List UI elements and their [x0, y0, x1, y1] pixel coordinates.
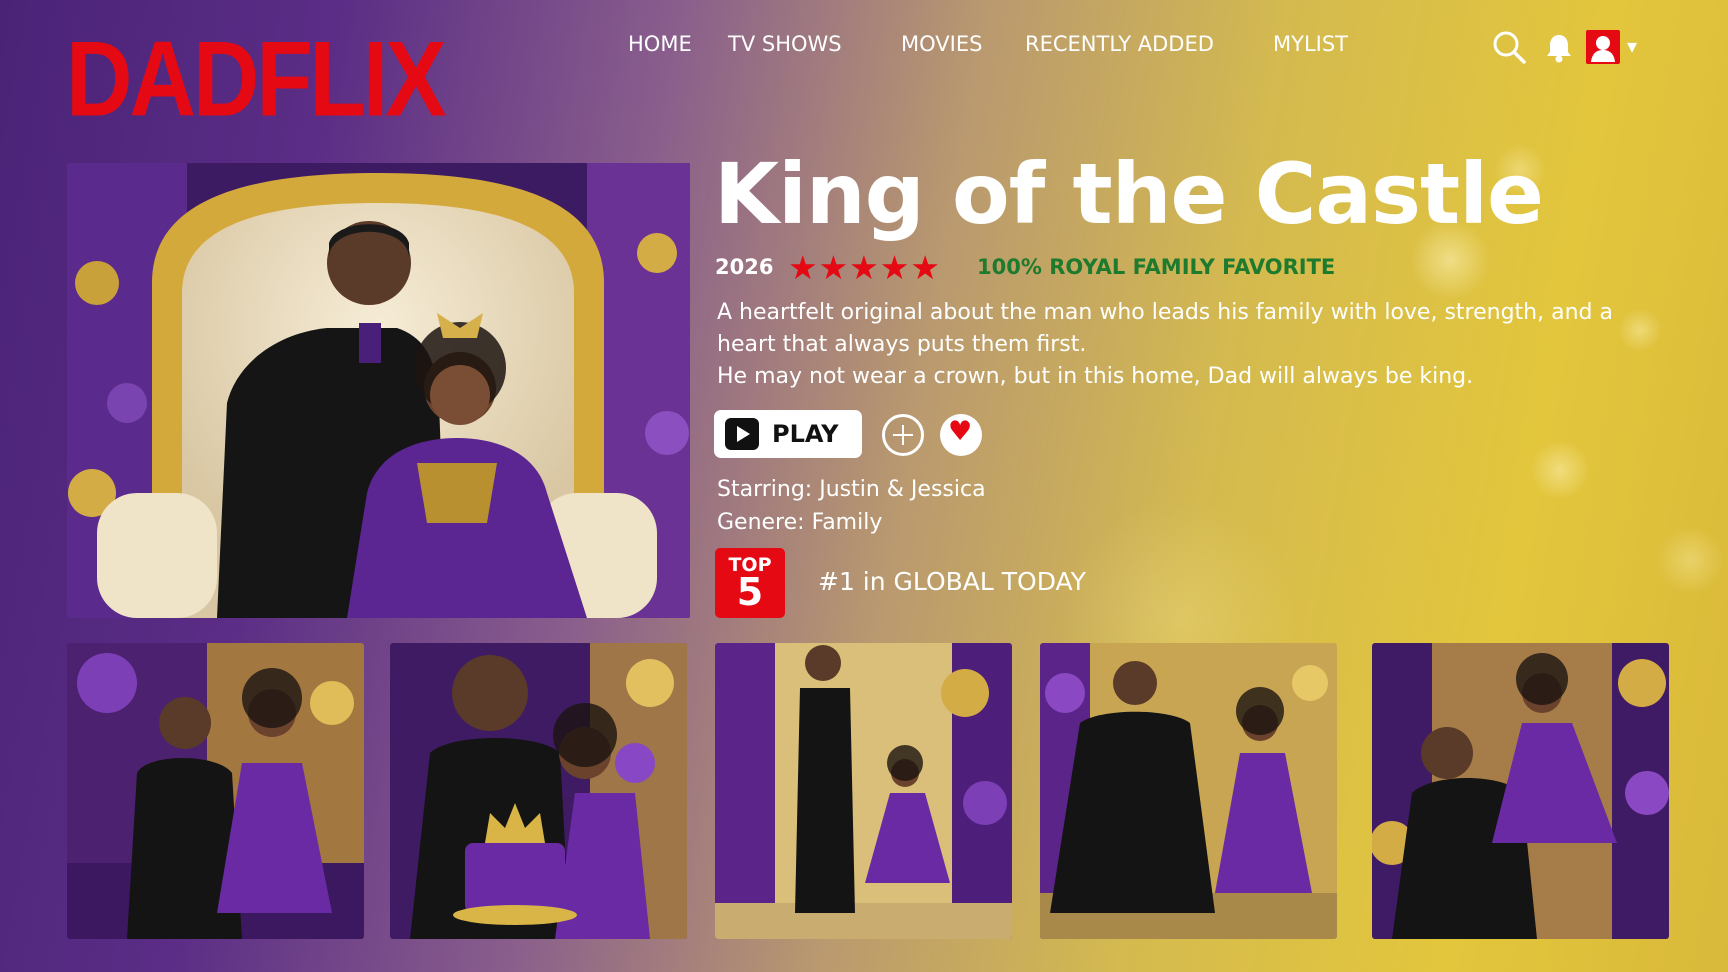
top-badge-number: 5 [736, 570, 764, 614]
nav-mylist[interactable]: MYLIST [1273, 32, 1348, 56]
description-line-2: He may not wear a crown, but in this hom… [717, 364, 1474, 389]
release-year: 2026 [715, 255, 774, 279]
thumb-holding-hands[interactable] [715, 643, 1012, 939]
play-label: PLAY [772, 420, 839, 448]
rating-stars: ★★★★★ [788, 248, 941, 287]
global-rank-text: #1 in GLOBAL TODAY [818, 567, 1086, 596]
top-five-badge: TOP 5 [715, 548, 785, 618]
search-icon[interactable] [1492, 30, 1526, 68]
add-to-list-button[interactable] [882, 414, 924, 456]
favorite-badge: 100% ROYAL FAMILY FAVORITE [977, 255, 1336, 279]
movie-info: Starring: Justin & Jessica Genere: Famil… [717, 473, 986, 539]
thumb-lifting-daughter[interactable] [1372, 643, 1669, 939]
thumb-crown-cake[interactable] [390, 643, 687, 939]
hero-image [67, 163, 690, 618]
nav-home[interactable]: HOME [628, 32, 692, 56]
heart-icon: ♥ [948, 416, 973, 447]
description-line-1: A heartfelt original about the man who l… [717, 300, 1613, 357]
nav-tv-shows[interactable]: TV SHOWS [728, 32, 842, 56]
bell-icon[interactable] [1544, 32, 1574, 68]
nav-recently-added[interactable]: RECENTLY ADDED [1025, 32, 1214, 56]
play-button[interactable]: PLAY [714, 410, 862, 458]
play-icon [725, 418, 759, 450]
movie-title: King of the Castle [714, 145, 1544, 243]
thumb-sitting-together[interactable] [67, 643, 364, 939]
starring-text: Starring: Justin & Jessica [717, 477, 986, 502]
genre-text: Genere: Family [717, 510, 883, 535]
nav-movies[interactable]: MOVIES [901, 32, 982, 56]
profile-avatar-icon[interactable] [1586, 30, 1620, 64]
like-button[interactable]: ♥ [940, 414, 982, 456]
movie-description: A heartfelt original about the man who l… [717, 297, 1617, 393]
chevron-down-icon[interactable]: ▾ [1627, 34, 1637, 58]
thumb-high-five[interactable] [1040, 643, 1337, 939]
dadflix-logo[interactable]: DADFLIX [66, 26, 447, 133]
